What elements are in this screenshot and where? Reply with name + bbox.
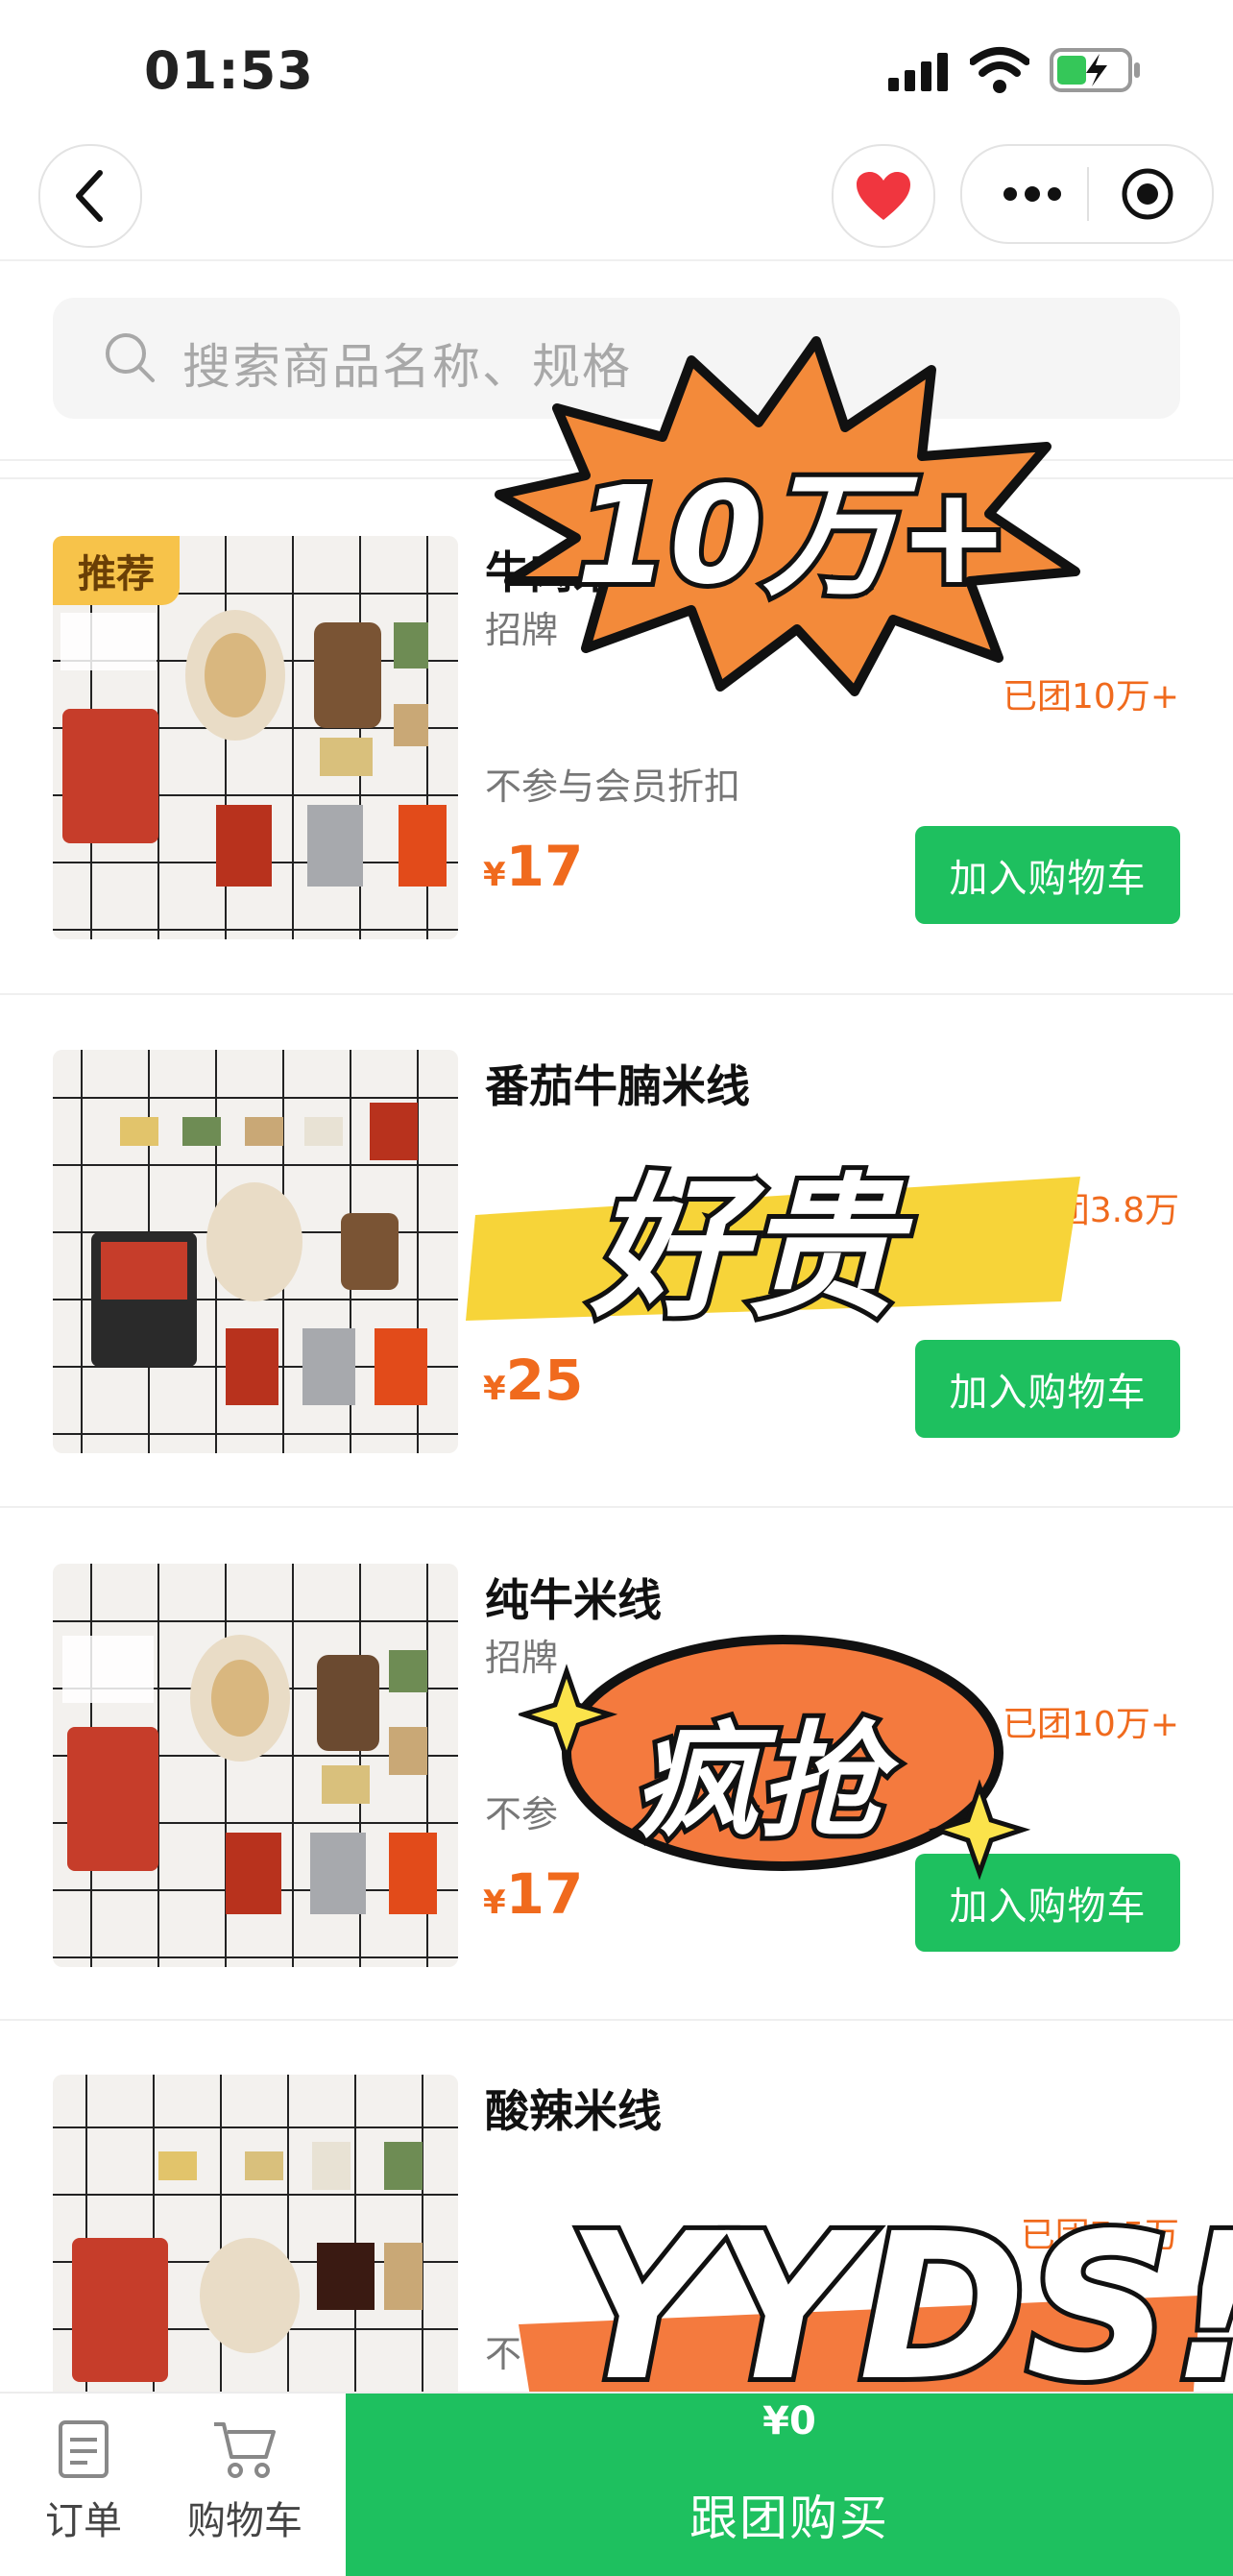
add-to-cart-button[interactable]: 加入购物车	[915, 1340, 1180, 1438]
status-time: 01:53	[144, 40, 314, 101]
more-dots-icon[interactable]	[999, 175, 1066, 213]
miniprogram-capsule	[960, 144, 1214, 244]
product-name: 纯牛米线	[485, 1574, 662, 1626]
divider	[0, 1506, 1233, 1508]
price-value: 17	[505, 834, 584, 899]
product-price: ¥17	[483, 1861, 583, 1927]
orders-icon	[59, 2420, 109, 2478]
product-card[interactable]: 纯牛米线 招牌 已团10万+ 不参 ¥17 加入购物车	[0, 1527, 1233, 2038]
product-name: 牛肉米线	[485, 547, 662, 598]
tab-orders[interactable]: 订单	[12, 2418, 156, 2545]
divider	[0, 459, 1233, 461]
product-price: ¥17	[483, 834, 583, 899]
product-price: ¥25	[483, 1348, 583, 1413]
product-name: 番茄牛腩米线	[485, 1060, 750, 1112]
product-desc: 招牌	[485, 609, 559, 651]
divider	[0, 993, 1233, 995]
search-input[interactable]: 搜索商品名称、规格	[53, 298, 1180, 419]
group-count: 已团10万+	[1003, 1705, 1179, 1744]
product-note: 不参与会员折扣	[485, 766, 741, 808]
group-count: 已团3.8万	[1020, 1191, 1179, 1230]
top-navigation	[0, 144, 1233, 261]
group-buy-button[interactable]: ¥0 跟团购买	[346, 2394, 1233, 2576]
product-photo-icon	[53, 1050, 458, 1453]
currency-symbol: ¥	[483, 856, 506, 894]
group-count: 已团10万+	[1003, 677, 1179, 717]
chevron-left-icon	[76, 170, 103, 222]
sticker-highlight-text: 好贵	[586, 1154, 903, 1343]
divider	[0, 2019, 1233, 2021]
tab-cart-label: 购物车	[187, 2499, 302, 2543]
search-placeholder: 搜索商品名称、规格	[182, 339, 632, 395]
favorite-button[interactable]	[832, 144, 935, 248]
capsule-divider	[1087, 167, 1089, 221]
product-card[interactable]: 推荐 牛肉米线 招牌 已团10万+ 不参与会员折扣 ¥17 加入购物车	[0, 499, 1233, 1010]
status-bar: 01:53	[0, 0, 1233, 144]
sticker-bottom-text: YYDS!	[562, 2185, 1233, 2430]
product-name: 酸辣米线	[485, 2085, 662, 2137]
tab-cart[interactable]: 购物车	[173, 2418, 317, 2545]
recommended-badge: 推荐	[53, 536, 180, 605]
product-photo-icon	[53, 1564, 458, 1967]
price-value: 25	[505, 1348, 584, 1413]
battery-charging-icon	[1050, 48, 1140, 92]
add-to-cart-button[interactable]: 加入购物车	[915, 826, 1180, 924]
add-to-cart-button[interactable]: 加入购物车	[915, 1854, 1180, 1952]
product-note: 不	[485, 2333, 522, 2375]
cellular-signal-icon	[888, 53, 948, 91]
price-value: 17	[505, 1861, 584, 1927]
group-buy-label: 跟团购买	[689, 2491, 889, 2546]
wifi-icon	[970, 47, 1029, 93]
cart-icon	[214, 2422, 276, 2478]
currency-symbol: ¥	[483, 1370, 506, 1408]
total-amount: ¥0	[762, 2399, 816, 2443]
back-button[interactable]	[38, 144, 142, 248]
heart-icon	[857, 172, 910, 220]
currency-symbol: ¥	[483, 1883, 506, 1922]
product-note: 不参	[485, 1793, 559, 1835]
close-target-icon[interactable]	[1121, 167, 1174, 221]
product-desc: 招牌	[485, 1637, 559, 1679]
tab-orders-label: 订单	[45, 2499, 122, 2543]
bottom-action-bar: 订单 购物车 ¥0 跟团购买	[0, 2392, 1233, 2576]
divider	[0, 477, 1233, 479]
product-image	[53, 1050, 458, 1453]
product-image	[53, 1564, 458, 1967]
search-icon	[106, 333, 155, 382]
